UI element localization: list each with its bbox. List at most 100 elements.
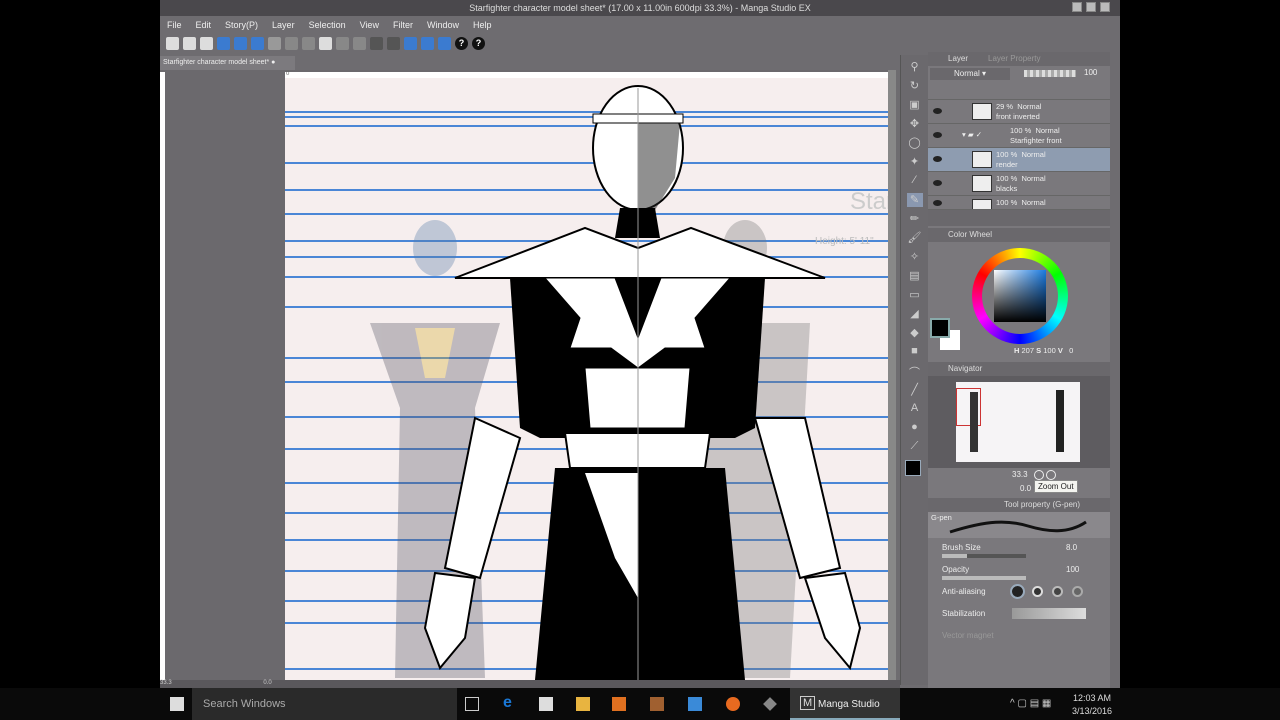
movie-maker-icon[interactable] bbox=[650, 697, 664, 711]
gradient-icon[interactable]: ■ bbox=[907, 345, 923, 359]
zoom-out-button[interactable] bbox=[1034, 470, 1044, 480]
opacity-slider[interactable] bbox=[942, 576, 1026, 580]
media-player-icon[interactable] bbox=[612, 697, 626, 711]
transform-icon[interactable] bbox=[302, 37, 315, 50]
balloon-tool-icon[interactable]: ● bbox=[907, 421, 923, 435]
menu-selection[interactable]: Selection bbox=[302, 16, 353, 34]
canvas-paper[interactable]: Star Height: 5' 11" bbox=[285, 78, 888, 680]
menu-view[interactable]: View bbox=[353, 16, 386, 34]
curve-icon[interactable]: ⌒ bbox=[907, 364, 923, 379]
save-icon[interactable] bbox=[200, 37, 213, 50]
magic-wand-icon[interactable]: ✦ bbox=[907, 155, 923, 169]
main-color-swatch[interactable] bbox=[905, 460, 921, 476]
fill-tool-icon[interactable]: ◆ bbox=[907, 326, 923, 340]
store-icon[interactable] bbox=[539, 697, 553, 711]
line-tool-icon[interactable]: ╱ bbox=[907, 383, 923, 397]
file-explorer-icon[interactable] bbox=[576, 697, 590, 711]
eraser-icon[interactable]: ▭ bbox=[907, 288, 923, 302]
select-icon-3[interactable] bbox=[251, 37, 264, 50]
ruler-snap-icon-3[interactable] bbox=[438, 37, 451, 50]
help-icon-2[interactable]: ? bbox=[472, 37, 485, 50]
menu-file[interactable]: File bbox=[160, 16, 189, 34]
undo-icon[interactable] bbox=[268, 37, 281, 50]
move-tool-icon[interactable]: ✥ bbox=[907, 117, 923, 131]
select-icon[interactable] bbox=[217, 37, 230, 50]
layer-folder-row[interactable]: ▾ ▰ ✓ 100 % Normal Starfighter front bbox=[928, 124, 1110, 148]
search-input[interactable]: Search Windows bbox=[192, 688, 457, 720]
brush-tool-icon[interactable]: 🖌 bbox=[907, 231, 923, 245]
layer-row-selected[interactable]: 100 % Normal render bbox=[928, 148, 1110, 172]
tab-navigator[interactable]: Navigator bbox=[928, 362, 1110, 376]
decoration-icon[interactable]: ▤ bbox=[907, 269, 923, 283]
layer-row[interactable]: 29 % Normal front inverted bbox=[928, 100, 1110, 124]
new-file-icon[interactable] bbox=[166, 37, 179, 50]
navigator-panel[interactable] bbox=[928, 376, 1110, 468]
ruler-tool-icon[interactable]: ⟋ bbox=[907, 440, 923, 454]
system-tray-icons[interactable]: ^ ▢ ▤ ▦ bbox=[1010, 698, 1051, 709]
windows-start-icon[interactable] bbox=[170, 697, 184, 711]
close-button[interactable] bbox=[1100, 2, 1110, 12]
brush-size-slider[interactable] bbox=[942, 554, 1026, 558]
vertical-scrollbar[interactable] bbox=[888, 70, 896, 680]
clock[interactable]: 12:03 AM 3/13/2016 bbox=[1072, 692, 1112, 718]
menu-story[interactable]: Story(P) bbox=[218, 16, 265, 34]
manga-studio-taskbar-button[interactable]: M Manga Studio bbox=[790, 688, 900, 720]
anti-aliasing-options[interactable] bbox=[1010, 584, 1083, 599]
selection-mode-icon[interactable] bbox=[370, 37, 383, 50]
ruler-snap-icon[interactable] bbox=[404, 37, 417, 50]
eye-icon[interactable] bbox=[933, 200, 942, 206]
hue-ring[interactable] bbox=[972, 248, 1068, 344]
zoom-tool-icon[interactable]: ⚲ bbox=[907, 60, 923, 74]
maximize-button[interactable] bbox=[1086, 2, 1096, 12]
ruler-snap-icon-2[interactable] bbox=[421, 37, 434, 50]
firefox-icon[interactable] bbox=[726, 697, 740, 711]
redo-icon[interactable] bbox=[285, 37, 298, 50]
eyedropper-icon[interactable]: ⁄ bbox=[907, 174, 923, 188]
rotate-tool-icon[interactable]: ↻ bbox=[907, 79, 923, 93]
tab-layer[interactable]: Layer Layer Property bbox=[928, 52, 1110, 66]
menu-layer[interactable]: Layer bbox=[265, 16, 302, 34]
text-tool-icon[interactable]: A bbox=[907, 402, 923, 416]
saturation-value-square[interactable] bbox=[994, 270, 1046, 322]
pen-app-icon[interactable] bbox=[763, 697, 777, 711]
airbrush-icon[interactable]: ✧ bbox=[907, 250, 923, 264]
eye-icon[interactable] bbox=[933, 108, 942, 114]
stabilization-slider[interactable] bbox=[1012, 608, 1086, 619]
brush-size-value[interactable]: 8.0 bbox=[1066, 542, 1077, 554]
layer-row[interactable]: 100 % Normalinks bbox=[928, 196, 1110, 210]
task-view-icon[interactable] bbox=[465, 697, 479, 711]
menu-filter[interactable]: Filter bbox=[386, 16, 420, 34]
lasso-icon[interactable] bbox=[387, 37, 400, 50]
pen-tool-icon[interactable]: ✎ bbox=[906, 193, 923, 207]
clear-outside-icon[interactable] bbox=[353, 37, 366, 50]
navigator-preview[interactable] bbox=[956, 382, 1080, 462]
menu-help[interactable]: Help bbox=[466, 16, 499, 34]
fill-icon[interactable] bbox=[319, 37, 332, 50]
open-file-icon[interactable] bbox=[183, 37, 196, 50]
tab-color-wheel[interactable]: Color Wheel bbox=[928, 228, 1110, 242]
edge-icon[interactable]: e bbox=[503, 694, 517, 711]
tab-tool-property[interactable]: Tool property (G-pen) bbox=[928, 498, 1110, 512]
select-icon-2[interactable] bbox=[234, 37, 247, 50]
zoom-in-button[interactable] bbox=[1046, 470, 1056, 480]
folder-icon[interactable]: ▾ ▰ ✓ bbox=[962, 130, 982, 140]
lasso-tool-icon[interactable]: ◯ bbox=[907, 136, 923, 150]
tab-layer-property[interactable]: Layer Property bbox=[988, 54, 1040, 63]
layer-opacity-slider[interactable] bbox=[1024, 70, 1076, 77]
minimize-button[interactable] bbox=[1072, 2, 1082, 12]
clear-icon[interactable] bbox=[336, 37, 349, 50]
layer-row[interactable]: 100 % Normal blacks bbox=[928, 172, 1110, 196]
finder-icon[interactable] bbox=[688, 697, 702, 711]
object-tool-icon[interactable]: ▣ bbox=[907, 98, 923, 112]
tab-document[interactable]: Starfighter character model sheet* ● bbox=[160, 56, 295, 70]
menu-window[interactable]: Window bbox=[420, 16, 466, 34]
main-color-swatch[interactable] bbox=[930, 318, 950, 338]
pencil-tool-icon[interactable]: ✏ bbox=[907, 212, 923, 226]
eye-icon[interactable] bbox=[933, 132, 942, 138]
blend-icon[interactable]: ◢ bbox=[907, 307, 923, 321]
eye-icon[interactable] bbox=[933, 156, 942, 162]
help-icon[interactable]: ? bbox=[455, 37, 468, 50]
opacity-value[interactable]: 100 bbox=[1066, 564, 1079, 576]
blend-mode-select[interactable]: Normal ▾ bbox=[930, 68, 1010, 80]
eye-icon[interactable] bbox=[933, 180, 942, 186]
